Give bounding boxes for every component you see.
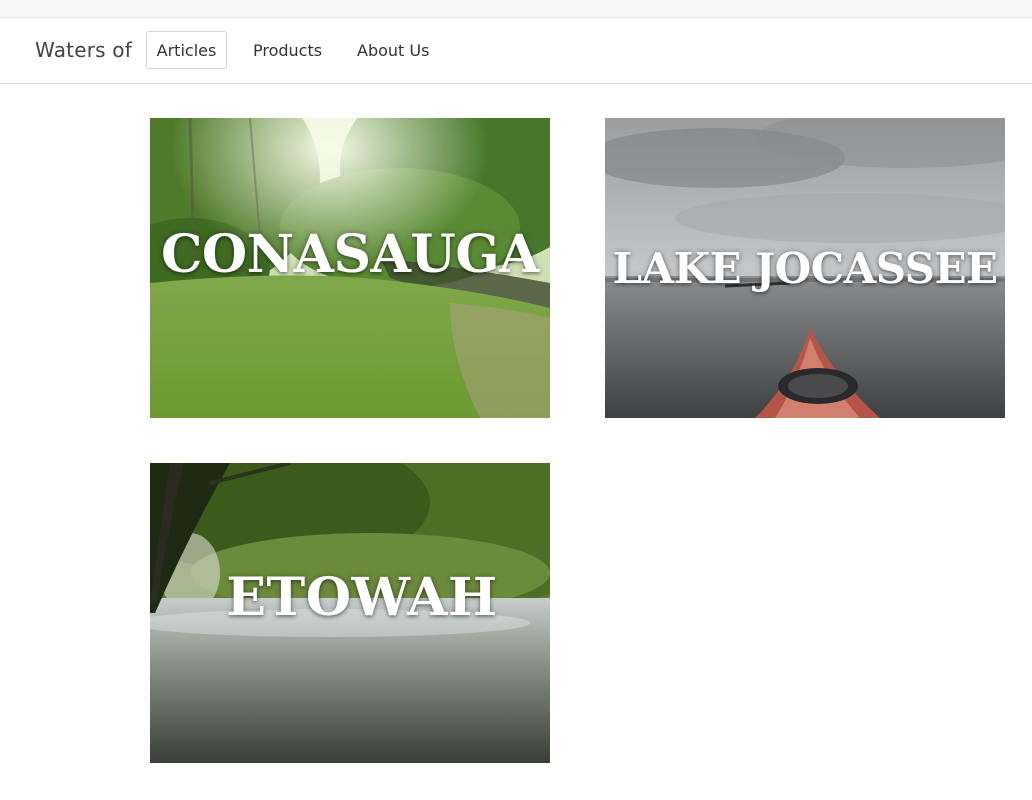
article-card-conasauga[interactable]: CONASAUGA — [150, 118, 550, 418]
nav-item-articles[interactable]: Articles — [146, 31, 227, 69]
navbar: Waters of Articles Products About Us — [0, 18, 1032, 84]
card-title: LAKE JOCASSEE — [612, 244, 999, 293]
article-card-etowah[interactable]: ETOWAH — [150, 463, 550, 763]
card-title: ETOWAH — [226, 567, 498, 628]
nav-item-products[interactable]: Products — [241, 31, 334, 69]
nav-item-about-us[interactable]: About Us — [345, 31, 441, 69]
article-card-lake-jocassee[interactable]: LAKE JOCASSEE — [605, 118, 1005, 418]
navbar-brand[interactable]: Waters of — [35, 38, 132, 62]
card-title: CONASAUGA — [160, 224, 540, 285]
browser-top-strip — [0, 0, 1032, 18]
